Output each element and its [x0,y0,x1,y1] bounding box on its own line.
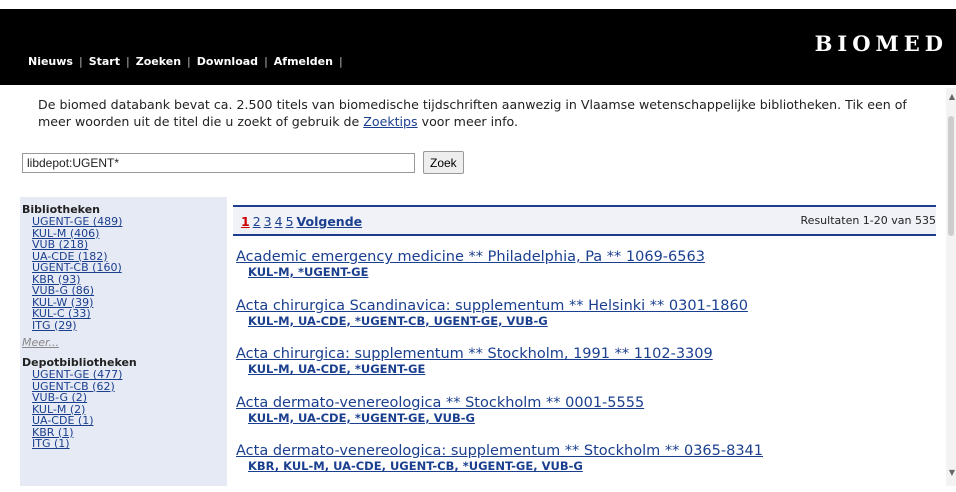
result-libraries-link[interactable]: KBR, KUL-M, UA-CDE, UGENT-CB, *UGENT-GE,… [248,460,936,473]
top-bar: Nieuws | Start | Zoeken | Download | Afmelde… [0,9,956,85]
page-5-link[interactable]: 5 [286,214,294,229]
scrollbar-thumb[interactable] [948,116,954,236]
nav-nieuws[interactable]: Nieuws [28,55,73,68]
result-title-link[interactable]: Acta dermato-venereologica: supplementum… [236,443,936,460]
result-title-link[interactable]: Acta chirurgica: supplementum ** Stockho… [236,346,936,363]
result-libraries-link[interactable]: KUL-M, UA-CDE, *UGENT-GE, VUB-G [248,411,936,425]
nav-start[interactable]: Start [89,55,120,68]
result-libraries-link[interactable]: KUL-M, UA-CDE, *UGENT-GE [248,363,936,376]
next-page-link[interactable]: Volgende [297,214,363,229]
result-libraries-link[interactable]: KUL-M, *UGENT-GE [248,266,936,279]
result-item: Acta chirurgica Scandinavica: supplement… [236,298,936,347]
nav-separator: | [264,55,268,68]
result-item: Acta chirurgica: supplementum ** Stockho… [236,346,936,395]
search-input[interactable] [22,152,415,173]
intro-text: De biomed databank bevat ca. 2.500 titel… [38,96,943,130]
result-title-link[interactable]: Academic emergency medicine ** Philadelp… [236,249,936,266]
page-4-link[interactable]: 4 [275,214,283,229]
result-item: Acta dermato-venereologica ** Stockholm … [236,395,936,444]
nav-separator: | [126,55,130,68]
page-3-link[interactable]: 3 [264,214,272,229]
search-button[interactable]: Zoek [423,151,464,174]
nav-afmelden[interactable]: Afmelden [274,55,333,68]
result-item: Academic emergency medicine ** Philadelp… [236,249,936,298]
page-2-link[interactable]: 2 [253,214,261,229]
search-form: Zoek [22,151,464,174]
depot-list: UGENT-GE (477) UGENT-CB (62) VUB-G (2) KUL-… [20,369,227,450]
library-facet-link[interactable]: ITG (29) [32,319,77,332]
site-logo: BIOMED [814,31,948,56]
nav-separator: | [187,55,191,68]
pagination: 1 2 3 4 5 Volgende [241,214,365,229]
main-nav: Nieuws | Start | Zoeken | Download | Afmelde… [28,55,349,68]
results-list: Academic emergency medicine ** Philadelp… [236,249,936,492]
zoektips-link[interactable]: Zoektips [363,114,417,129]
result-title-link[interactable]: Acta chirurgica Scandinavica: supplement… [236,298,936,315]
result-item: Acta dermato-venereologica: supplementum… [236,443,936,492]
intro-text-after: voor meer info. [417,114,519,129]
nav-separator: | [338,55,343,68]
more-libraries-link[interactable]: Meer... [22,336,59,349]
scroll-down-arrow-icon[interactable]: ▼ [949,468,955,477]
depot-facet-link[interactable]: ITG (1) [32,437,70,450]
depot-facet-item: ITG (1) [32,438,227,450]
nav-separator: | [78,55,83,68]
results-count: Resultaten 1-20 van 535 [800,214,936,227]
scrollbar[interactable] [946,88,956,486]
nav-download[interactable]: Download [197,55,258,68]
results-bar: 1 2 3 4 5 Volgende Resultaten 1-20 van 535 [233,205,936,236]
facet-sidebar: Bibliotheken UGENT-GE (489) KUL-M (406) VU… [20,197,227,486]
scroll-up-arrow-icon[interactable]: ▲ [949,92,955,101]
page-1-link[interactable]: 1 [241,214,250,229]
nav-zoeken[interactable]: Zoeken [136,55,181,68]
result-title-link[interactable]: Acta dermato-venereologica ** Stockholm … [236,395,936,412]
result-libraries-link[interactable]: KUL-M, UA-CDE, *UGENT-CB, UGENT-GE, VUB-… [248,314,936,328]
library-facet-item: ITG (29) [32,319,227,332]
libraries-list: UGENT-GE (489) KUL-M (406) VUB (218) UA-CDE… [20,216,227,331]
